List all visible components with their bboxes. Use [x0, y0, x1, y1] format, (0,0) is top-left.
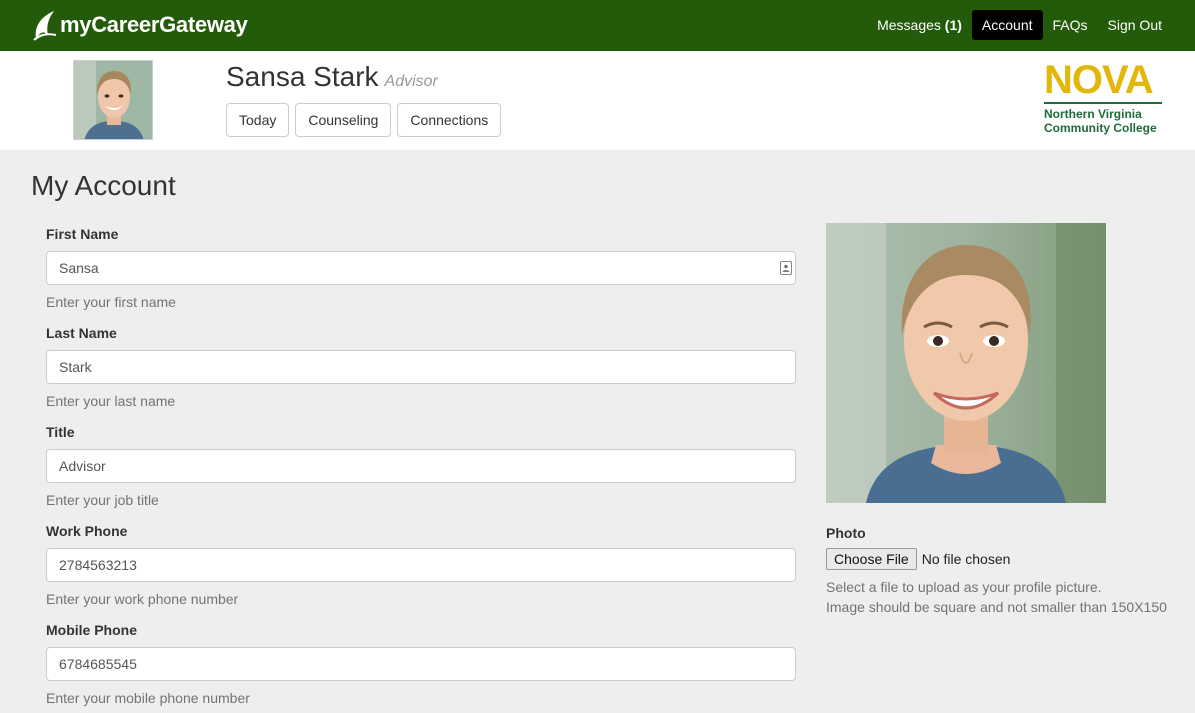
last-name-input[interactable]: Stark: [46, 350, 796, 384]
photo-help-line2: Image should be square and not smaller t…: [826, 599, 1167, 615]
photo-label: Photo: [826, 525, 866, 541]
last-name-group: Last Name Stark Enter your last name: [46, 325, 796, 409]
nav-messages-link[interactable]: Messages (1): [867, 10, 972, 40]
mobile-phone-value: 6784685545: [59, 656, 137, 672]
logo-wordmark: NOVA: [1044, 58, 1154, 102]
avatar-photo-image: [74, 61, 152, 139]
top-navbar: myCareerGateway Messages (1) Account FAQ…: [0, 0, 1195, 51]
logo-divider: [1044, 102, 1162, 104]
choose-file-button[interactable]: Choose File: [826, 548, 917, 570]
mobile-phone-label: Mobile Phone: [46, 622, 137, 638]
mobile-phone-help: Enter your mobile phone number: [46, 690, 250, 706]
mobile-phone-input[interactable]: 6784685545: [46, 647, 796, 681]
work-phone-value: 2784563213: [59, 557, 137, 573]
brand-name: myCareerGateway: [60, 12, 248, 37]
last-name-value: Stark: [59, 359, 92, 375]
header-tabs: Today Counseling Connections: [226, 103, 502, 137]
title-group: Title Advisor Enter your job title: [46, 424, 796, 508]
user-role: Advisor: [384, 73, 438, 90]
mobile-phone-group: Mobile Phone 6784685545 Enter your mobil…: [46, 622, 796, 706]
title-value: Advisor: [59, 458, 106, 474]
nav-account-link[interactable]: Account: [971, 10, 1043, 40]
profile-header: Sansa Stark Advisor Today Counseling Conn…: [0, 51, 1195, 150]
first-name-label: First Name: [46, 226, 119, 242]
first-name-group: First Name Sansa Enter your first name: [46, 226, 796, 310]
photo-help-line1: Select a file to upload as your profile …: [826, 579, 1102, 595]
profile-photo-image: [826, 223, 1106, 503]
brand-leaf-icon: [33, 11, 57, 41]
nova-logo: NOVA Northern Virginia Community College: [1044, 60, 1166, 135]
file-status: No file chosen: [921, 551, 1011, 567]
logo-subtitle-line1: Northern Virginia: [1044, 107, 1142, 121]
file-upload: Choose File No file chosen: [826, 548, 1010, 570]
title-help: Enter your job title: [46, 492, 159, 508]
first-name-input[interactable]: Sansa: [46, 251, 796, 285]
page-title: My Account: [31, 170, 176, 201]
first-name-value: Sansa: [59, 260, 99, 276]
title-label: Title: [46, 424, 75, 440]
last-name-label: Last Name: [46, 325, 117, 341]
contact-card-icon[interactable]: [780, 261, 792, 275]
messages-label: Messages: [877, 17, 941, 33]
user-name: Sansa Stark: [226, 61, 379, 92]
tab-today[interactable]: Today: [226, 103, 290, 137]
work-phone-input[interactable]: 2784563213: [46, 548, 796, 582]
work-phone-help: Enter your work phone number: [46, 591, 239, 607]
brand-logo[interactable]: myCareerGateway: [32, 8, 248, 42]
work-phone-label: Work Phone: [46, 523, 128, 539]
user-name-heading: Sansa Stark Advisor: [226, 61, 438, 93]
first-name-help: Enter your first name: [46, 294, 176, 310]
tab-counseling[interactable]: Counseling: [295, 103, 392, 137]
last-name-help: Enter your last name: [46, 393, 176, 409]
avatar: [73, 60, 153, 140]
work-phone-group: Work Phone 2784563213 Enter your work ph…: [46, 523, 796, 607]
logo-subtitle-line2: Community College: [1044, 121, 1157, 135]
nav-faqs-link[interactable]: FAQs: [1043, 10, 1098, 40]
title-input[interactable]: Advisor: [46, 449, 796, 483]
tab-connections[interactable]: Connections: [397, 103, 502, 137]
messages-count-badge: (1): [944, 17, 962, 33]
photo-help: Select a file to upload as your profile …: [826, 577, 1167, 617]
profile-photo: [826, 223, 1106, 503]
nav-signout-link[interactable]: Sign Out: [1098, 10, 1172, 40]
